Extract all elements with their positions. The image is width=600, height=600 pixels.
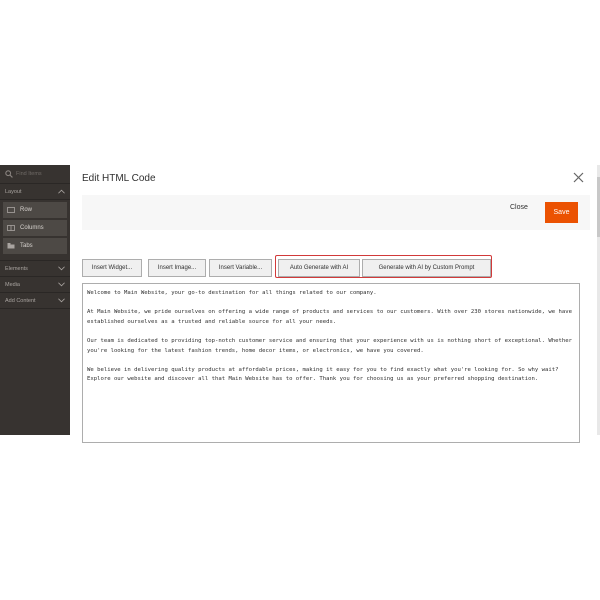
chevron-down-icon	[58, 282, 65, 287]
section-label: Add Content	[5, 297, 36, 304]
section-label: Media	[5, 281, 20, 288]
section-layout[interactable]: Layout	[0, 184, 70, 200]
columns-icon	[7, 225, 15, 231]
html-code-textarea[interactable]: Welcome to Main Website, your go-to dest…	[82, 283, 580, 443]
section-elements[interactable]: Elements	[0, 261, 70, 277]
layout-item-label: Columns	[20, 225, 44, 231]
content-paragraph: Our team is dedicated to providing top-n…	[87, 337, 572, 354]
tabs-icon	[7, 243, 15, 249]
insert-variable-button[interactable]: Insert Variable...	[209, 259, 272, 277]
chevron-down-icon	[58, 298, 65, 303]
layout-item-label: Tabs	[20, 243, 33, 249]
layout-item-tabs[interactable]: Tabs	[3, 238, 67, 254]
layout-item-label: Row	[20, 207, 33, 213]
content-paragraph: Welcome to Main Website, your go-to dest…	[87, 290, 377, 296]
layout-item-row[interactable]: Row	[3, 202, 67, 218]
page-builder-panel: Find Items Layout Row Columns Tabs Eleme…	[0, 165, 70, 435]
find-items-search[interactable]: Find Items	[0, 165, 70, 184]
layout-item-columns[interactable]: Columns	[3, 220, 67, 236]
close-icon[interactable]	[573, 172, 584, 183]
insert-widget-button[interactable]: Insert Widget...	[82, 259, 142, 277]
modal-action-bar: Close Save	[82, 195, 590, 230]
chevron-up-icon	[58, 189, 65, 194]
ai-buttons-highlight	[275, 255, 492, 278]
search-placeholder: Find Items	[16, 171, 42, 177]
save-button[interactable]: Save	[545, 202, 578, 223]
close-button[interactable]: Close	[510, 204, 528, 211]
section-label: Elements	[5, 265, 28, 272]
modal-title: Edit HTML Code	[82, 173, 156, 184]
content-paragraph: We believe in delivering quality product…	[87, 366, 559, 383]
insert-image-button[interactable]: Insert Image...	[148, 259, 206, 277]
row-icon	[7, 207, 15, 213]
section-label: Layout	[5, 188, 22, 195]
section-media[interactable]: Media	[0, 277, 70, 293]
chevron-down-icon	[58, 266, 65, 271]
section-add-content[interactable]: Add Content	[0, 293, 70, 309]
edit-html-modal: Edit HTML Code Close Save Insert Widget.…	[70, 165, 600, 443]
search-icon	[5, 170, 13, 178]
content-paragraph: At Main Website, we pride ourselves on o…	[87, 309, 572, 325]
